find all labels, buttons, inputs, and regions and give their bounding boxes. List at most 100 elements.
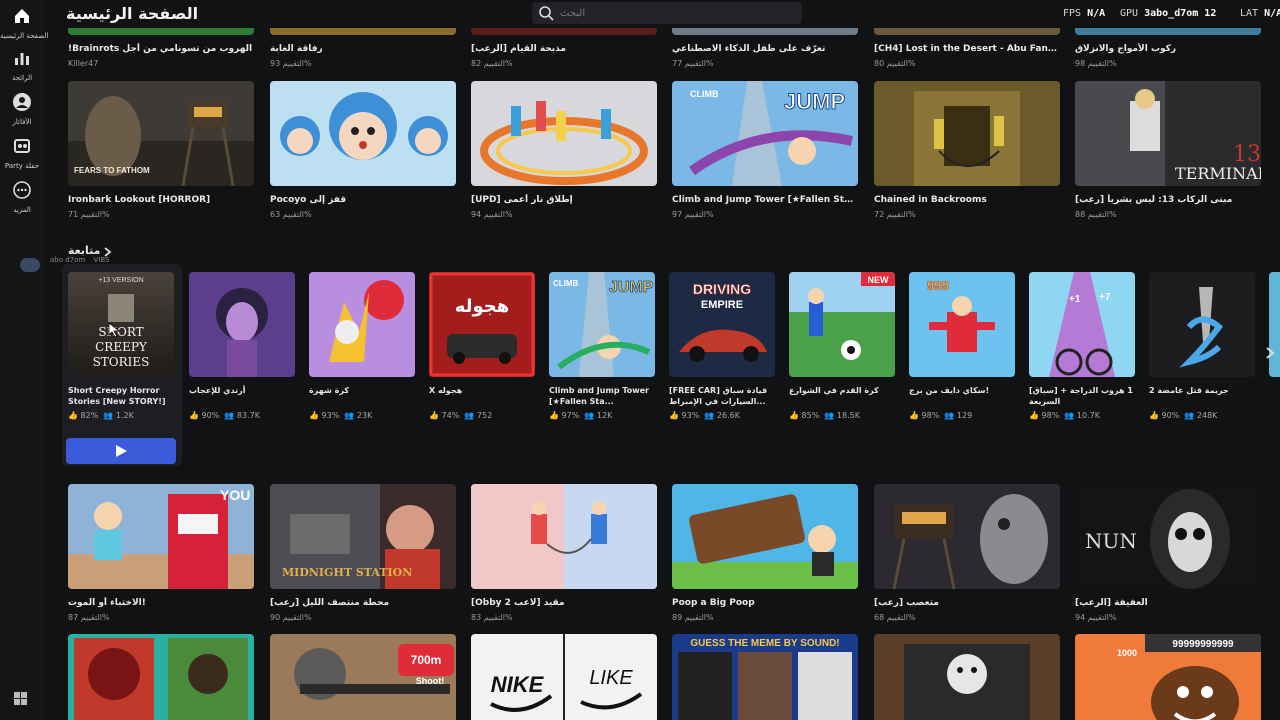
svg-text:999: 999 <box>927 278 949 293</box>
game-rating: التقييم 88% <box>1075 210 1117 219</box>
game-stats: 👍 93% 👥 26.6K <box>669 411 740 420</box>
continue-card[interactable]: 999 سكاي دايف من برج! 👍 98% 👥 129 <box>909 272 1015 420</box>
game-rating: التقييم 80% <box>874 59 916 68</box>
game-rating: التقييم 89% <box>672 613 714 622</box>
play-button[interactable] <box>66 438 176 464</box>
game-card[interactable]: Poop a Big Poop التقييم 89% <box>672 484 858 623</box>
game-card[interactable]: رفاقة الغابة التقييم 93% <box>270 28 456 69</box>
game-rating: التقييم 94% <box>1075 613 1117 622</box>
search-box[interactable] <box>532 2 802 24</box>
game-card[interactable]: JUMP CLIMB Climb and Jump Tower [★Fallen … <box>672 81 858 220</box>
svg-text:CREEPY: CREEPY <box>95 340 148 354</box>
continue-card[interactable]: +13 VERSION SHORT CREEPY STORIES Short Cree… <box>68 272 174 420</box>
friend-presence: abo d7om VIBS <box>20 256 109 264</box>
svg-text:99999999999: 99999999999 <box>1172 639 1234 650</box>
game-thumbnail: DRIVING EMPIRE <box>669 272 775 377</box>
chevron-right-icon[interactable] <box>1262 342 1278 364</box>
continue-card[interactable]: جريمة قتل غامضة 2 👍 90% 👥 248K <box>1149 272 1255 420</box>
game-rating: التقييم 82% <box>471 59 513 68</box>
home-icon <box>15 9 29 23</box>
rating: 82% <box>80 411 99 420</box>
game-card[interactable]: متعصب [رعب] التقييم 68% <box>874 484 1060 623</box>
game-card[interactable]: !Brainrots الهروب من تسونامي من أجل Kille… <box>68 28 254 69</box>
game-title: X هجوله <box>429 386 463 395</box>
game-card[interactable]: 99999999999 1000 <box>1075 634 1261 720</box>
game-card[interactable]: [UPD] إطلاق نار أعمى التقييم 94% <box>471 81 657 220</box>
search-input[interactable] <box>560 5 790 21</box>
game-card[interactable]: MIDNIGHT STATION محطة منتصف الليل [رعب] ا… <box>270 484 456 623</box>
continue-card[interactable]: NEW كرة القدم في الشوارع 👍 85% 👥 18.5K <box>789 272 895 420</box>
search-icon <box>539 6 554 21</box>
rating: 93% <box>321 411 340 420</box>
game-title: [Obby 2 لاعب] مقيد <box>471 598 565 608</box>
game-thumbnail: MIDNIGHT STATION <box>270 484 456 589</box>
continue-card[interactable]: +1 +7 [سباق] + 1 هروب الدراجة السريعة 👍 9… <box>1029 272 1135 420</box>
game-thumbnail <box>471 81 657 186</box>
game-stats: 👍 98% 👥 10.7K <box>1029 411 1100 420</box>
nav-home[interactable]: الصفحة الرئيسية <box>0 6 48 40</box>
game-thumbnail <box>874 634 1060 720</box>
game-card[interactable]: GUESS THE MEME BY SOUND! <box>672 634 858 720</box>
game-thumbnail: GUESS THE MEME BY SOUND! <box>672 634 858 720</box>
svg-text:+7: +7 <box>1099 292 1111 303</box>
game-thumbnail <box>672 28 858 35</box>
game-card[interactable]: [CH4] Lost in the Desert - Abu Fanous الت… <box>874 28 1060 69</box>
game-stats: 👍 98% 👥 129 <box>909 411 973 420</box>
game-thumbnail: +1 +7 <box>1029 272 1135 377</box>
game-card[interactable]: FEARS TO FATHOM Ironbark Lookout [HORROR… <box>68 81 254 220</box>
game-thumbnail: NUN <box>1075 484 1261 589</box>
continue-card[interactable]: DRIVING EMPIRE [FREE CAR] قيادة سباق السي… <box>669 272 775 420</box>
game-thumbnail: TERMINAL 13 <box>1075 81 1261 186</box>
game-card[interactable]: تعرّف على طفل الذكاء الاصطناعي التقييم 77… <box>672 28 858 69</box>
game-card[interactable]: [Obby 2 لاعب] مقيد التقييم 83% <box>471 484 657 623</box>
svg-text:700m: 700m <box>411 653 442 667</box>
game-stats: 👍 90% 👥 83.7K <box>189 411 260 420</box>
rating: 74% <box>441 411 460 420</box>
game-card[interactable]: NUN العفيفة [الرعب] التقييم 94% <box>1075 484 1261 623</box>
continue-card[interactable]: أرتدي للإعجاب 👍 90% 👥 83.7K <box>189 272 295 420</box>
svg-text:DRIVING: DRIVING <box>693 281 751 297</box>
svg-text:GUESS THE MEME BY SOUND!: GUESS THE MEME BY SOUND! <box>690 638 839 649</box>
game-card[interactable]: [الرعب] مذبحة القيام التقييم 82% <box>471 28 657 69</box>
game-card[interactable]: YOU الاختباء أو الموت! التقييم 87% <box>68 484 254 623</box>
game-card[interactable]: NIKE LIKE <box>471 634 657 720</box>
players: 248K <box>1196 411 1218 420</box>
game-title: Climb and Jump Tower [★Fallen Sta... <box>549 386 649 406</box>
nav-more[interactable]: المزيد <box>0 180 44 214</box>
lat-stat: LAT N/A <box>1240 8 1280 19</box>
continue-card[interactable]: هجوله X هجوله 👍 74% 👥 752 <box>429 272 535 420</box>
game-card[interactable]: Chained in Backrooms التقييم 72% <box>874 81 1060 220</box>
continue-card[interactable]: كرة شهرة 👍 93% 👥 23K <box>309 272 415 420</box>
game-card[interactable] <box>68 634 254 720</box>
game-card[interactable]: TERMINAL 13 مبنى الركاب 13: ليس بشرياً [ر… <box>1075 81 1261 220</box>
svg-text:MIDNIGHT STATION: MIDNIGHT STATION <box>282 566 412 579</box>
game-card[interactable]: ركوب الأمواج والانزلاق التقييم 98% <box>1075 28 1261 69</box>
game-title: [UPD] إطلاق نار أعمى <box>471 195 573 205</box>
game-rating: التقييم 83% <box>471 613 513 622</box>
game-rating: التقييم 93% <box>270 59 312 68</box>
game-card[interactable]: Pocoyo قفز إلى التقييم 63% <box>270 81 456 220</box>
nav-party[interactable]: Party حفلة <box>0 136 44 170</box>
game-title: الاختباء أو الموت! <box>68 598 146 608</box>
friend-tag: VIBS <box>93 256 110 264</box>
game-title: [الرعب] مذبحة القيام <box>471 44 566 54</box>
nav-charts[interactable]: الرائجة <box>0 48 44 82</box>
game-thumbnail <box>874 81 1060 186</box>
game-card[interactable] <box>874 634 1060 720</box>
game-title: محطة منتصف الليل [رعب] <box>270 598 390 608</box>
svg-text:Shoot!: Shoot! <box>416 676 445 686</box>
game-title: ركوب الأمواج والانزلاق <box>1075 44 1177 54</box>
svg-text:NUN: NUN <box>1085 529 1137 553</box>
rating: 93% <box>681 411 700 420</box>
players: 752 <box>476 411 493 420</box>
nav-avatar[interactable]: الأفاتار <box>0 92 44 126</box>
game-thumbnail <box>68 28 254 35</box>
windows-icon[interactable] <box>14 692 28 706</box>
svg-text:NIKE: NIKE <box>491 672 545 697</box>
game-title: جريمة قتل غامضة 2 <box>1149 386 1229 395</box>
svg-text:1000: 1000 <box>1117 648 1137 658</box>
game-card[interactable]: 700m Shoot! <box>270 634 456 720</box>
continue-card[interactable]: JUMP CLIMB Climb and Jump Tower [★Fallen … <box>549 272 655 420</box>
game-thumbnail <box>309 272 415 377</box>
game-thumbnail <box>270 81 456 186</box>
